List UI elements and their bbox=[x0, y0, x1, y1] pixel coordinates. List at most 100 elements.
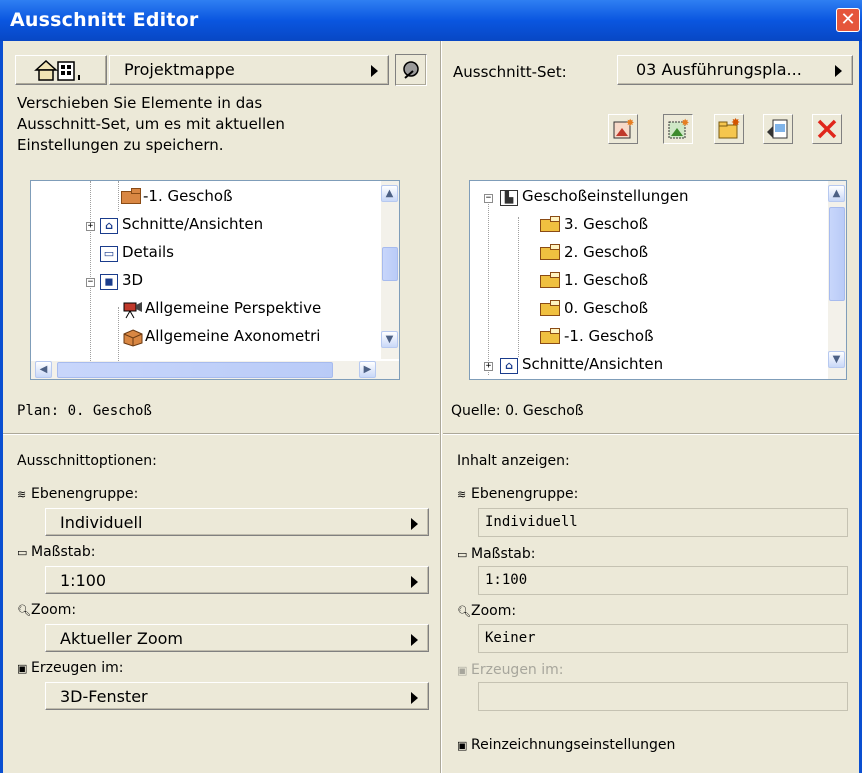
tree-vscroll[interactable]: ▲ ▼ bbox=[381, 181, 399, 359]
expand-icon[interactable]: + bbox=[484, 362, 493, 371]
scroll-up-icon[interactable]: ▲ bbox=[381, 185, 398, 202]
source-status: Quelle: 0. Geschoß bbox=[451, 403, 584, 419]
layer-label: ≋ Ebenengruppe: bbox=[17, 486, 139, 502]
layer-popup[interactable]: Individuell bbox=[45, 508, 429, 536]
source-tree[interactable]: -1. Geschoß + ⌂ Schnitte/Ansichten ▭ Det… bbox=[30, 180, 400, 380]
story-folder-icon bbox=[121, 188, 141, 204]
window-icon: ▣ bbox=[17, 662, 28, 675]
camera-icon bbox=[123, 302, 142, 319]
create-label: ▣ Erzeugen im: bbox=[17, 660, 124, 676]
create-label: ▣ Erzeugen im: bbox=[457, 662, 564, 678]
story-folder-icon bbox=[540, 300, 560, 316]
story-folder-icon bbox=[540, 216, 560, 232]
link-icon bbox=[403, 61, 419, 79]
window-title: Ausschnitt Editor bbox=[10, 9, 199, 31]
pen-settings-button[interactable]: ▣ Reinzeichnungseinstellungen bbox=[457, 737, 675, 753]
ruler-icon: ▭ bbox=[17, 546, 28, 559]
new-view-button[interactable]: ✸ bbox=[608, 114, 638, 144]
dialog-body: Projektmappe Verschieben Sie Elemente in… bbox=[3, 41, 859, 773]
layer-label: ≋ Ebenengruppe: bbox=[457, 486, 579, 502]
create-popup[interactable]: 3D-Fenster bbox=[45, 682, 429, 710]
set-panel: Ausschnitt-Set: 03 Ausführungspla... ✸ ✸… bbox=[443, 41, 859, 773]
collapse-icon[interactable]: − bbox=[484, 194, 493, 203]
close-icon: ✕ bbox=[840, 9, 856, 30]
scroll-right-icon[interactable]: ▶ bbox=[359, 361, 376, 378]
dialog-window: Ausschnitt Editor ✕ Projektmappe Verschi… bbox=[0, 0, 862, 773]
divider bbox=[3, 433, 439, 435]
popup-arrow-icon bbox=[411, 518, 418, 530]
hint-text: Verschieben Sie Elemente in das Ausschni… bbox=[17, 94, 285, 154]
layer-field: Individuell bbox=[478, 508, 848, 537]
zoom-popup[interactable]: Aktueller Zoom bbox=[45, 624, 429, 652]
popup-arrow-icon bbox=[411, 576, 418, 588]
map-popup[interactable]: Projektmappe bbox=[109, 55, 389, 85]
view-settings-icon bbox=[767, 119, 788, 139]
pen-settings-icon: ▣ bbox=[457, 739, 468, 752]
plan-status: Plan: 0. Geschoß bbox=[17, 403, 152, 419]
magnifier-icon: 🔍︎ bbox=[17, 604, 31, 617]
scroll-down-icon[interactable]: ▼ bbox=[828, 351, 845, 368]
zoom-label: 🔍︎Zoom: bbox=[457, 603, 517, 619]
tree-hscroll[interactable]: ◀ ▶ bbox=[31, 361, 399, 379]
divider bbox=[443, 433, 859, 435]
svg-text:✸: ✸ bbox=[681, 118, 689, 129]
popup-arrow-icon bbox=[411, 634, 418, 646]
view-settings-button[interactable] bbox=[763, 114, 793, 144]
story-folder-icon bbox=[540, 272, 560, 288]
new-folder-button[interactable]: ✸ bbox=[714, 114, 744, 144]
save-view-button[interactable]: ✸ bbox=[663, 114, 693, 144]
map-popup-value: Projektmappe bbox=[124, 60, 235, 79]
zoom-label: 🔍︎Zoom: bbox=[17, 602, 77, 618]
3d-folder-icon: ◼ bbox=[100, 274, 118, 290]
popup-arrow-icon bbox=[411, 692, 418, 704]
layers-icon: ≋ bbox=[457, 488, 467, 501]
hscroll-thumb[interactable] bbox=[57, 362, 333, 378]
section-folder-icon: ⌂ bbox=[100, 218, 118, 234]
new-view-icon: ✸ bbox=[613, 118, 634, 139]
content-heading: Inhalt anzeigen: bbox=[457, 453, 570, 469]
story-folder-icon bbox=[540, 328, 560, 344]
popup-arrow-icon bbox=[371, 65, 378, 77]
svg-text:✸: ✸ bbox=[731, 116, 740, 129]
set-label: Ausschnitt-Set: bbox=[453, 63, 567, 81]
story-folder-icon bbox=[540, 244, 560, 260]
magnifier-icon: 🔍︎ bbox=[457, 605, 471, 618]
scroll-thumb[interactable] bbox=[829, 207, 845, 301]
layers-icon: ≋ bbox=[17, 488, 27, 501]
axonometry-icon bbox=[123, 329, 143, 347]
scroll-down-icon[interactable]: ▼ bbox=[381, 331, 398, 348]
scale-field: 1:100 bbox=[478, 566, 848, 595]
ruler-icon: ▭ bbox=[457, 548, 468, 561]
set-popup[interactable]: 03 Ausführungspla... bbox=[617, 55, 853, 85]
set-tree[interactable]: − ▙ Geschoßeinstellungen 3. Geschoß 2. G… bbox=[469, 180, 847, 380]
delete-button[interactable] bbox=[812, 114, 842, 144]
panel-divider bbox=[440, 41, 442, 773]
popup-arrow-icon bbox=[835, 65, 842, 77]
expand-icon[interactable]: + bbox=[86, 222, 95, 231]
save-view-icon: ✸ bbox=[668, 118, 689, 139]
scale-popup[interactable]: 1:100 bbox=[45, 566, 429, 594]
collapse-icon[interactable]: − bbox=[86, 278, 95, 287]
details-icon: ▭ bbox=[100, 246, 118, 262]
scale-label: ▭ Maßstab: bbox=[17, 544, 96, 560]
window-icon: ▣ bbox=[457, 664, 468, 677]
section-folder-icon: ⌂ bbox=[500, 358, 518, 374]
source-panel: Projektmappe Verschieben Sie Elemente in… bbox=[3, 41, 439, 773]
scroll-left-icon[interactable]: ◀ bbox=[35, 361, 52, 378]
story-settings-icon: ▙ bbox=[500, 190, 518, 206]
zoom-field: Keiner bbox=[478, 624, 848, 653]
scale-label: ▭ Maßstab: bbox=[457, 546, 536, 562]
create-field bbox=[478, 682, 848, 711]
project-map-icon bbox=[34, 59, 80, 81]
close-button[interactable]: ✕ bbox=[836, 8, 860, 32]
link-toggle-button[interactable] bbox=[395, 54, 427, 86]
map-selector-button[interactable] bbox=[15, 55, 107, 85]
options-heading: Ausschnittoptionen: bbox=[17, 453, 157, 469]
scroll-thumb[interactable] bbox=[382, 247, 398, 281]
scroll-up-icon[interactable]: ▲ bbox=[828, 185, 845, 202]
delete-icon bbox=[817, 119, 837, 139]
title-bar[interactable]: Ausschnitt Editor ✕ bbox=[0, 0, 862, 41]
tree-vscroll[interactable]: ▲ ▼ bbox=[828, 181, 846, 379]
new-folder-icon: ✸ bbox=[718, 116, 740, 139]
svg-text:✸: ✸ bbox=[626, 118, 634, 129]
